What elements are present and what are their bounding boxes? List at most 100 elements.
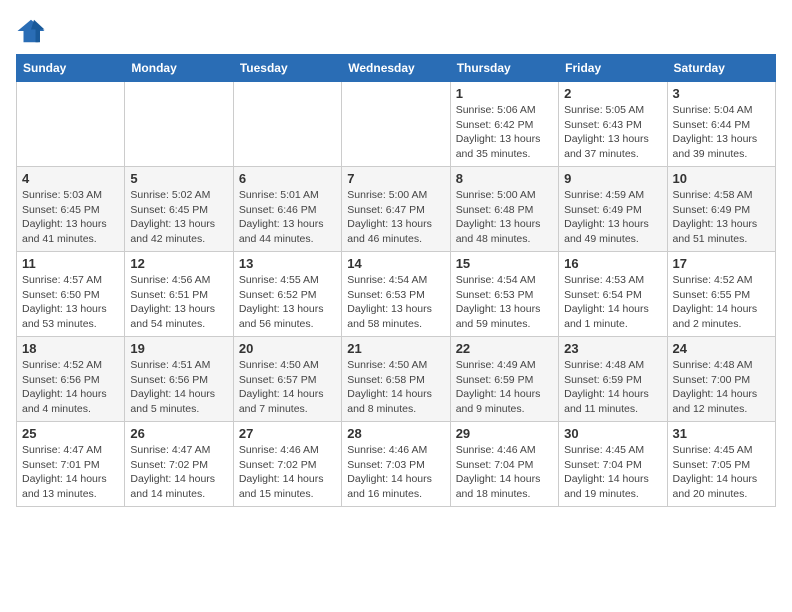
calendar-cell: 21 Sunrise: 4:50 AM Sunset: 6:58 PM Dayli… [342,337,450,422]
day-info: Sunrise: 4:54 AM Sunset: 6:53 PM Dayligh… [456,273,553,332]
calendar-cell: 4 Sunrise: 5:03 AM Sunset: 6:45 PM Daylig… [17,167,125,252]
day-info: Sunrise: 4:56 AM Sunset: 6:51 PM Dayligh… [130,273,227,332]
day-of-week-header: Saturday [667,55,775,82]
day-number: 6 [239,171,336,186]
calendar-cell: 8 Sunrise: 5:00 AM Sunset: 6:48 PM Daylig… [450,167,558,252]
day-number: 17 [673,256,770,271]
day-of-week-header: Friday [559,55,667,82]
day-info: Sunrise: 4:48 AM Sunset: 7:00 PM Dayligh… [673,358,770,417]
day-number: 7 [347,171,444,186]
day-number: 15 [456,256,553,271]
calendar-week-row: 25 Sunrise: 4:47 AM Sunset: 7:01 PM Dayli… [17,422,776,507]
day-info: Sunrise: 4:45 AM Sunset: 7:04 PM Dayligh… [564,443,661,502]
calendar-cell: 17 Sunrise: 4:52 AM Sunset: 6:55 PM Dayli… [667,252,775,337]
day-number: 5 [130,171,227,186]
day-number: 30 [564,426,661,441]
day-number: 27 [239,426,336,441]
day-number: 22 [456,341,553,356]
day-info: Sunrise: 4:47 AM Sunset: 7:02 PM Dayligh… [130,443,227,502]
day-info: Sunrise: 4:47 AM Sunset: 7:01 PM Dayligh… [22,443,119,502]
calendar-cell: 29 Sunrise: 4:46 AM Sunset: 7:04 PM Dayli… [450,422,558,507]
calendar-cell: 25 Sunrise: 4:47 AM Sunset: 7:01 PM Dayli… [17,422,125,507]
day-number: 3 [673,86,770,101]
calendar-cell: 19Sunrise: 4:51 AM Sunset: 6:56 PM Dayli… [125,337,233,422]
calendar-week-row: 11 Sunrise: 4:57 AM Sunset: 6:50 PM Dayli… [17,252,776,337]
day-info: Sunrise: 4:50 AM Sunset: 6:58 PM Dayligh… [347,358,444,417]
calendar-cell: 28 Sunrise: 4:46 AM Sunset: 7:03 PM Dayli… [342,422,450,507]
calendar-cell: 5 Sunrise: 5:02 AM Sunset: 6:45 PM Daylig… [125,167,233,252]
calendar-cell [17,82,125,167]
day-number: 24 [673,341,770,356]
calendar-cell: 22Sunrise: 4:49 AM Sunset: 6:59 PM Dayli… [450,337,558,422]
day-number: 26 [130,426,227,441]
day-info: Sunrise: 5:04 AM Sunset: 6:44 PM Dayligh… [673,103,770,162]
page-header [16,16,776,46]
day-of-week-header: Monday [125,55,233,82]
calendar-cell: 6 Sunrise: 5:01 AM Sunset: 6:46 PM Daylig… [233,167,341,252]
calendar-header-row: SundayMondayTuesdayWednesdayThursdayFrid… [17,55,776,82]
calendar-cell [125,82,233,167]
day-number: 16 [564,256,661,271]
day-number: 12 [130,256,227,271]
day-number: 14 [347,256,444,271]
day-number: 31 [673,426,770,441]
day-info: Sunrise: 5:01 AM Sunset: 6:46 PM Dayligh… [239,188,336,247]
calendar-week-row: 4 Sunrise: 5:03 AM Sunset: 6:45 PM Daylig… [17,167,776,252]
calendar-cell: 11 Sunrise: 4:57 AM Sunset: 6:50 PM Dayli… [17,252,125,337]
day-number: 18 [22,341,119,356]
day-info: Sunrise: 4:52 AM Sunset: 6:55 PM Dayligh… [673,273,770,332]
calendar-cell [233,82,341,167]
day-number: 21 [347,341,444,356]
day-number: 29 [456,426,553,441]
day-number: 2 [564,86,661,101]
day-number: 23 [564,341,661,356]
calendar-cell: 3 Sunrise: 5:04 AM Sunset: 6:44 PM Daylig… [667,82,775,167]
calendar-cell: 23 Sunrise: 4:48 AM Sunset: 6:59 PM Dayli… [559,337,667,422]
day-info: Sunrise: 4:59 AM Sunset: 6:49 PM Dayligh… [564,188,661,247]
day-info: Sunrise: 5:03 AM Sunset: 6:45 PM Dayligh… [22,188,119,247]
calendar-cell: 2 Sunrise: 5:05 AM Sunset: 6:43 PM Daylig… [559,82,667,167]
day-info: Sunrise: 5:06 AM Sunset: 6:42 PM Dayligh… [456,103,553,162]
day-number: 4 [22,171,119,186]
calendar-cell: 10Sunrise: 4:58 AM Sunset: 6:49 PM Dayli… [667,167,775,252]
calendar-cell: 9 Sunrise: 4:59 AM Sunset: 6:49 PM Daylig… [559,167,667,252]
calendar-table: SundayMondayTuesdayWednesdayThursdayFrid… [16,54,776,507]
day-number: 11 [22,256,119,271]
calendar-cell: 13Sunrise: 4:55 AM Sunset: 6:52 PM Dayli… [233,252,341,337]
calendar-cell: 15 Sunrise: 4:54 AM Sunset: 6:53 PM Dayli… [450,252,558,337]
day-info: Sunrise: 5:00 AM Sunset: 6:47 PM Dayligh… [347,188,444,247]
day-number: 9 [564,171,661,186]
day-of-week-header: Thursday [450,55,558,82]
day-info: Sunrise: 4:57 AM Sunset: 6:50 PM Dayligh… [22,273,119,332]
logo [16,16,50,46]
day-info: Sunrise: 4:46 AM Sunset: 7:02 PM Dayligh… [239,443,336,502]
day-number: 10 [673,171,770,186]
calendar-cell: 14 Sunrise: 4:54 AM Sunset: 6:53 PM Dayli… [342,252,450,337]
calendar-cell: 12 Sunrise: 4:56 AM Sunset: 6:51 PM Dayli… [125,252,233,337]
day-number: 8 [456,171,553,186]
day-info: Sunrise: 4:50 AM Sunset: 6:57 PM Dayligh… [239,358,336,417]
calendar-cell: 1 Sunrise: 5:06 AM Sunset: 6:42 PM Daylig… [450,82,558,167]
day-of-week-header: Sunday [17,55,125,82]
calendar-cell: 20 Sunrise: 4:50 AM Sunset: 6:57 PM Dayli… [233,337,341,422]
day-info: Sunrise: 4:54 AM Sunset: 6:53 PM Dayligh… [347,273,444,332]
day-info: Sunrise: 4:46 AM Sunset: 7:04 PM Dayligh… [456,443,553,502]
day-info: Sunrise: 4:51 AM Sunset: 6:56 PM Dayligh… [130,358,227,417]
day-info: Sunrise: 5:05 AM Sunset: 6:43 PM Dayligh… [564,103,661,162]
day-info: Sunrise: 4:46 AM Sunset: 7:03 PM Dayligh… [347,443,444,502]
calendar-cell: 24 Sunrise: 4:48 AM Sunset: 7:00 PM Dayli… [667,337,775,422]
calendar-cell: 18Sunrise: 4:52 AM Sunset: 6:56 PM Dayli… [17,337,125,422]
day-number: 28 [347,426,444,441]
calendar-cell: 27 Sunrise: 4:46 AM Sunset: 7:02 PM Dayli… [233,422,341,507]
day-number: 1 [456,86,553,101]
day-info: Sunrise: 4:55 AM Sunset: 6:52 PM Dayligh… [239,273,336,332]
day-of-week-header: Tuesday [233,55,341,82]
calendar-week-row: 1 Sunrise: 5:06 AM Sunset: 6:42 PM Daylig… [17,82,776,167]
day-info: Sunrise: 4:48 AM Sunset: 6:59 PM Dayligh… [564,358,661,417]
day-info: Sunrise: 5:02 AM Sunset: 6:45 PM Dayligh… [130,188,227,247]
day-info: Sunrise: 5:00 AM Sunset: 6:48 PM Dayligh… [456,188,553,247]
day-number: 25 [22,426,119,441]
day-of-week-header: Wednesday [342,55,450,82]
day-info: Sunrise: 4:45 AM Sunset: 7:05 PM Dayligh… [673,443,770,502]
day-number: 20 [239,341,336,356]
